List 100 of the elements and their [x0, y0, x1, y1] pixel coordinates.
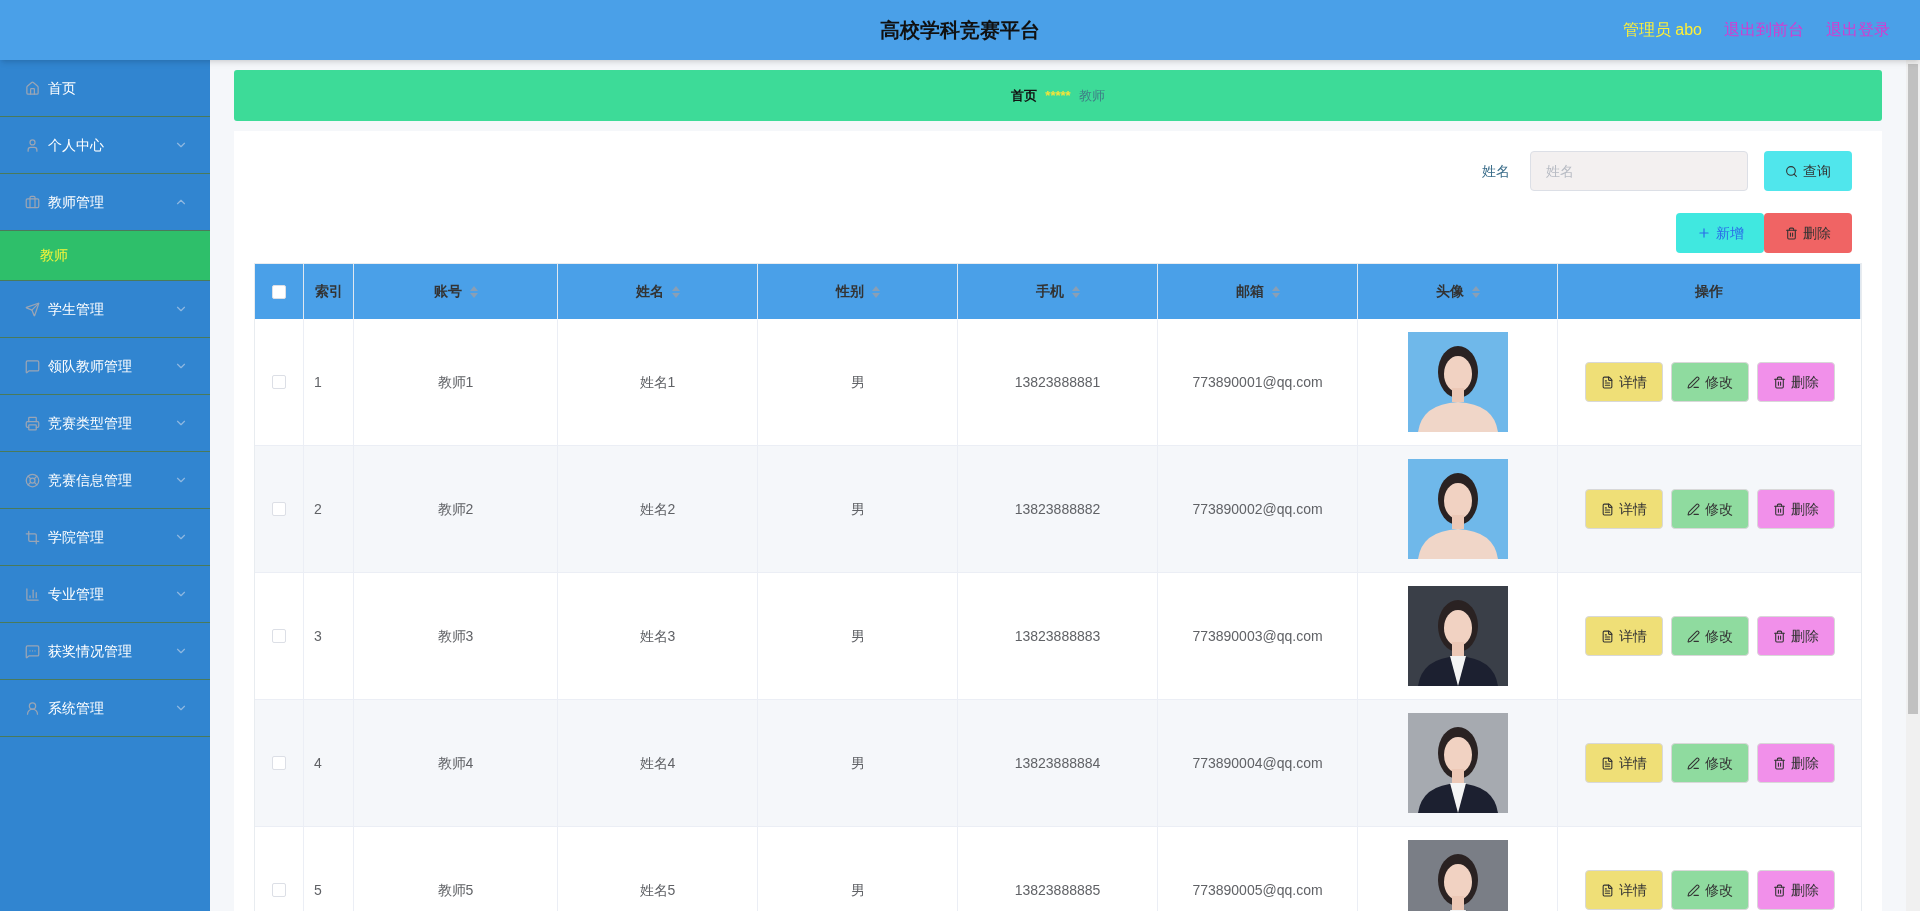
pen-icon [1686, 883, 1700, 897]
table-cell-text: 5 [314, 880, 322, 900]
chat-icon [25, 358, 40, 374]
table-cell-text: 13823888882 [1014, 499, 1101, 519]
breadcrumb-home[interactable]: 首页 [1011, 85, 1038, 106]
search-button[interactable]: 查询 [1764, 151, 1852, 191]
chat-bubble-icon [25, 643, 40, 659]
table-cell-text: 姓名2 [639, 499, 676, 519]
site-title: 高校学科竞赛平台 [880, 18, 1040, 43]
sort-icon[interactable] [671, 285, 680, 298]
table-cell-text: 13823888883 [1014, 626, 1101, 646]
plus-icon [1696, 226, 1711, 240]
document-icon [1600, 502, 1614, 516]
pen-icon [1686, 756, 1700, 770]
detail-button[interactable]: 详情 [1584, 489, 1663, 529]
row-delete-button[interactable]: 删除 [1756, 362, 1835, 402]
table-cell-text: 教师2 [437, 499, 474, 519]
search-label: 姓名 [1482, 161, 1510, 181]
table-cell-text: 773890002@qq.com [1192, 499, 1323, 519]
sidebar-item[interactable]: 个人中心 [0, 117, 210, 174]
sidebar-item[interactable]: 竞赛类型管理 [0, 395, 210, 452]
paper-plane-icon [25, 301, 40, 317]
table-cell-text: 姓名3 [639, 626, 676, 646]
table-cell-text: 773890005@qq.com [1192, 880, 1323, 900]
sort-icon[interactable] [1071, 285, 1080, 298]
sidebar-item[interactable]: 学院管理 [0, 509, 210, 566]
delete-button[interactable]: 删除 [1764, 213, 1852, 253]
document-icon [1600, 629, 1614, 643]
edit-button[interactable]: 修改 [1670, 870, 1749, 910]
table-cell-text: 773890003@qq.com [1192, 626, 1323, 646]
trash-icon [1772, 756, 1786, 770]
breadcrumb-current: 教师 [1078, 86, 1105, 105]
detail-button[interactable]: 详情 [1584, 743, 1663, 783]
sort-icon[interactable] [1271, 285, 1280, 298]
sidebar-item[interactable]: 系统管理 [0, 680, 210, 737]
table-cell-text: 13823888885 [1014, 880, 1101, 900]
home-icon [25, 80, 40, 96]
edit-button[interactable]: 修改 [1670, 616, 1749, 656]
add-button[interactable]: 新增 [1676, 213, 1764, 253]
ring-icon [25, 472, 40, 488]
document-icon [1600, 756, 1614, 770]
row-checkbox[interactable] [272, 375, 286, 389]
edit-button[interactable]: 修改 [1670, 362, 1749, 402]
table-cell-text: 教师4 [437, 753, 474, 773]
briefcase-icon [25, 194, 40, 210]
sort-icon[interactable] [1471, 285, 1480, 298]
pen-icon [1686, 375, 1700, 389]
row-delete-button[interactable]: 删除 [1756, 616, 1835, 656]
pen-icon [1686, 502, 1700, 516]
edit-button[interactable]: 修改 [1670, 743, 1749, 783]
table-cell-text: 男 [850, 753, 865, 773]
search-icon [1785, 164, 1798, 178]
table-cell-text: 男 [850, 626, 865, 646]
detail-button[interactable]: 详情 [1584, 616, 1663, 656]
table-cell-text: 姓名5 [639, 880, 676, 900]
trash-icon [1772, 629, 1786, 643]
table-cell-text: 773890001@qq.com [1192, 372, 1323, 392]
sidebar-item[interactable]: 首页 [0, 60, 210, 117]
trash-icon [1772, 502, 1786, 516]
trash-icon [1772, 375, 1786, 389]
row-checkbox[interactable] [272, 756, 286, 770]
table-cell-text: 教师5 [437, 880, 474, 900]
sidebar-item[interactable]: 获奖情况管理 [0, 623, 210, 680]
table-cell-text: 3 [314, 626, 322, 646]
trash-icon [1785, 226, 1798, 240]
row-delete-button[interactable]: 删除 [1756, 743, 1835, 783]
table-cell-text: 773890004@qq.com [1192, 753, 1323, 773]
name-search-field[interactable]: 姓名 [1530, 151, 1748, 191]
table-cell-text: 1 [314, 372, 322, 392]
table-cell-text: 男 [850, 372, 865, 392]
table-cell-text: 教师3 [437, 626, 474, 646]
row-checkbox[interactable] [272, 883, 286, 897]
table-cell-text: 姓名4 [639, 753, 676, 773]
sidebar-item[interactable]: 专业管理 [0, 566, 210, 623]
row-checkbox[interactable] [272, 502, 286, 516]
document-icon [1600, 375, 1614, 389]
detail-button[interactable]: 详情 [1584, 870, 1663, 910]
detail-button[interactable]: 详情 [1584, 362, 1663, 402]
table-cell-text: 教师1 [437, 372, 474, 392]
sort-icon[interactable] [871, 285, 880, 298]
edit-button[interactable]: 修改 [1670, 489, 1749, 529]
table-cell-text: 4 [314, 753, 322, 773]
sort-icon[interactable] [469, 285, 478, 298]
row-delete-button[interactable]: 删除 [1756, 489, 1835, 529]
row-delete-button[interactable]: 删除 [1756, 870, 1835, 910]
table-cell-text: 男 [850, 880, 865, 900]
row-checkbox[interactable] [272, 629, 286, 643]
sidebar-item[interactable]: 竞赛信息管理 [0, 452, 210, 509]
table-cell-text: 2 [314, 499, 322, 519]
bar-chart-icon [25, 586, 40, 602]
trash-icon [1772, 883, 1786, 897]
scrollbar[interactable] [1906, 60, 1920, 911]
select-all-checkbox[interactable] [272, 284, 286, 299]
pen-icon [1686, 629, 1700, 643]
sidebar-item[interactable]: 领队教师管理 [0, 338, 210, 395]
sidebar-item[interactable]: 学生管理 [0, 281, 210, 338]
person-icon [25, 700, 40, 716]
printer-icon [25, 415, 40, 431]
table-cell-text: 13823888884 [1014, 753, 1101, 773]
user-icon [25, 137, 40, 153]
